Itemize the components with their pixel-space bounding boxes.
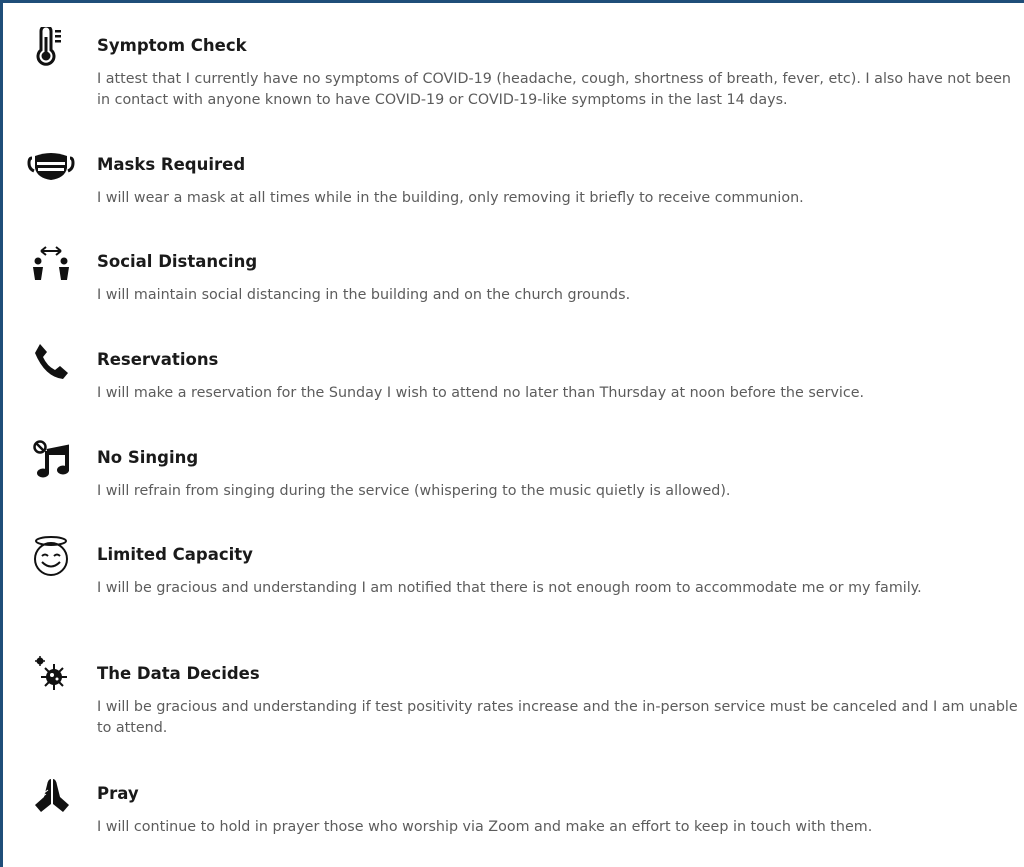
- guideline-title: Limited Capacity: [97, 545, 253, 564]
- guideline-description: I attest that I currently have no sympto…: [97, 71, 1011, 108]
- praying-hands-icon: [25, 775, 77, 815]
- guideline-description: I will continue to hold in prayer those …: [97, 819, 873, 835]
- guideline-description: I will refrain from singing during the s…: [97, 483, 731, 499]
- guideline-description: I will be gracious and understanding if …: [97, 699, 1018, 736]
- guideline-title: Reservations: [97, 350, 219, 369]
- no-music-icon: [25, 439, 77, 479]
- social-distancing-icon: [25, 243, 77, 283]
- guideline-title: Masks Required: [97, 155, 246, 174]
- guideline-title: No Singing: [97, 448, 199, 467]
- thermometer-icon: [25, 27, 77, 67]
- guideline-description: I will wear a mask at all times while in…: [97, 190, 804, 206]
- guideline-description: I will make a reservation for the Sunday…: [97, 385, 865, 401]
- guideline-description: I will maintain social distancing in the…: [97, 287, 631, 303]
- guidelines-panel: Symptom Check I attest that I currently …: [0, 0, 1024, 867]
- guideline-title: Symptom Check: [97, 36, 247, 55]
- phone-icon: [25, 341, 77, 381]
- guideline-description: I will be gracious and understanding I a…: [97, 580, 922, 596]
- guideline-title: Pray: [97, 784, 139, 803]
- guideline-title: The Data Decides: [97, 664, 260, 683]
- halo-smile-icon: [25, 536, 77, 576]
- mask-icon: [25, 146, 77, 186]
- guideline-title: Social Distancing: [97, 252, 258, 271]
- virus-icon: [25, 655, 77, 695]
